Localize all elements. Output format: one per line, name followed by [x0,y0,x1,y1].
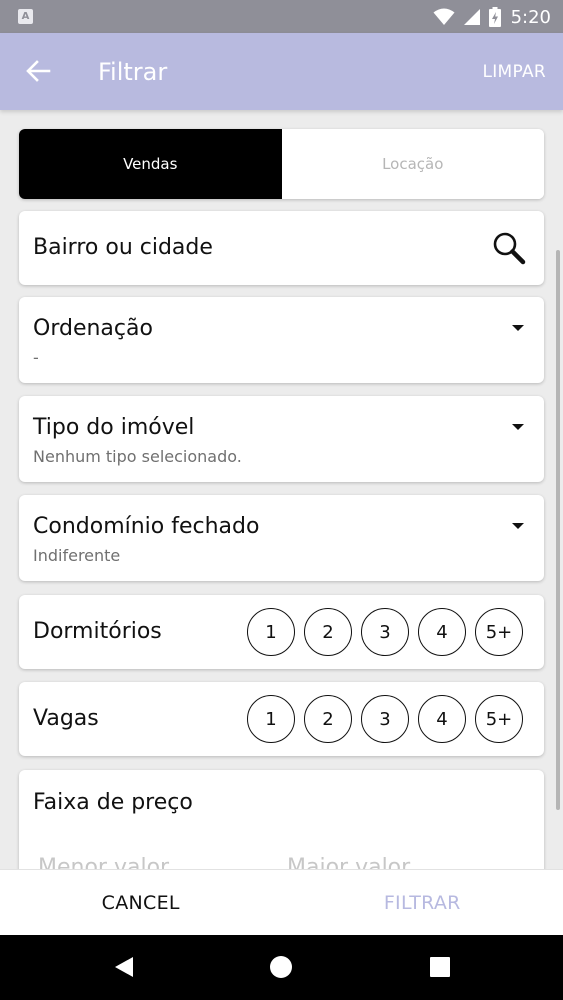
wifi-icon [433,8,455,25]
min-price-input[interactable]: Menor valor [38,855,169,870]
action-bar: CANCEL FILTRAR [0,869,563,935]
back-button[interactable] [18,51,58,91]
bedrooms-option-5plus[interactable]: 5+ [475,608,523,656]
ordering-label: Ordenação [33,316,153,341]
ordering-value: - [33,348,39,367]
dropdown-arrow-icon [512,523,524,529]
ordering-select[interactable]: Ordenação - [19,297,544,383]
bedrooms-filter: Dormitórios 1 2 3 4 5+ [19,595,544,669]
parking-option-5plus[interactable]: 5+ [475,695,523,743]
gated-community-select[interactable]: Condomínio fechado Indiferente [19,495,544,581]
arrow-back-icon [26,60,51,82]
price-range-filter: Faixa de preço Menor valor Maior valor [19,770,544,870]
property-type-select[interactable]: Tipo do imóvel Nenhum tipo selecionado. [19,396,544,482]
location-search-field[interactable]: Bairro ou cidade [19,211,544,285]
toggle-rent[interactable]: Locação [281,129,544,199]
scrollbar[interactable] [556,250,560,810]
bedrooms-option-4[interactable]: 4 [418,608,466,656]
clear-button[interactable]: LIMPAR [482,62,546,82]
transaction-type-toggle: Vendas Locação [19,129,544,199]
bedrooms-label: Dormitórios [33,619,162,644]
status-bar: A 5:20 [0,0,563,33]
nav-home-icon[interactable] [270,956,292,978]
page-title: Filtrar [98,58,168,86]
max-price-input[interactable]: Maior valor [287,855,410,870]
search-icon[interactable] [492,231,526,265]
gated-community-label: Condomínio fechado [33,514,260,539]
parking-options: 1 2 3 4 5+ [247,695,523,743]
filter-form[interactable]: Vendas Locação Bairro ou cidade Ordenaçã… [0,110,563,870]
bedrooms-options: 1 2 3 4 5+ [247,608,523,656]
parking-option-4[interactable]: 4 [418,695,466,743]
status-icons: 5:20 [433,5,551,29]
battery-charging-icon [488,7,501,27]
dropdown-arrow-icon [512,325,524,331]
cancel-button[interactable]: CANCEL [0,870,282,935]
parking-option-2[interactable]: 2 [304,695,352,743]
bedrooms-option-1[interactable]: 1 [247,608,295,656]
bedrooms-option-2[interactable]: 2 [304,608,352,656]
system-nav-bar [0,935,563,1000]
bedrooms-option-3[interactable]: 3 [361,608,409,656]
property-type-value: Nenhum tipo selecionado. [33,447,242,466]
parking-label: Vagas [33,706,99,731]
dropdown-arrow-icon [512,424,524,430]
app-bar: Filtrar LIMPAR [0,33,563,110]
nav-recents-icon[interactable] [430,957,450,977]
gated-community-value: Indiferente [33,546,121,565]
search-label: Bairro ou cidade [33,235,213,260]
toggle-sale[interactable]: Vendas [19,129,282,199]
nav-back-icon[interactable] [113,955,135,979]
parking-filter: Vagas 1 2 3 4 5+ [19,682,544,756]
parking-option-1[interactable]: 1 [247,695,295,743]
parking-option-3[interactable]: 3 [361,695,409,743]
property-type-label: Tipo do imóvel [33,415,195,440]
signal-icon [463,9,480,25]
apply-filter-button[interactable]: FILTRAR [282,870,563,935]
price-range-label: Faixa de preço [33,790,193,815]
notification-a-icon: A [18,9,33,24]
clock: 5:20 [510,6,551,28]
